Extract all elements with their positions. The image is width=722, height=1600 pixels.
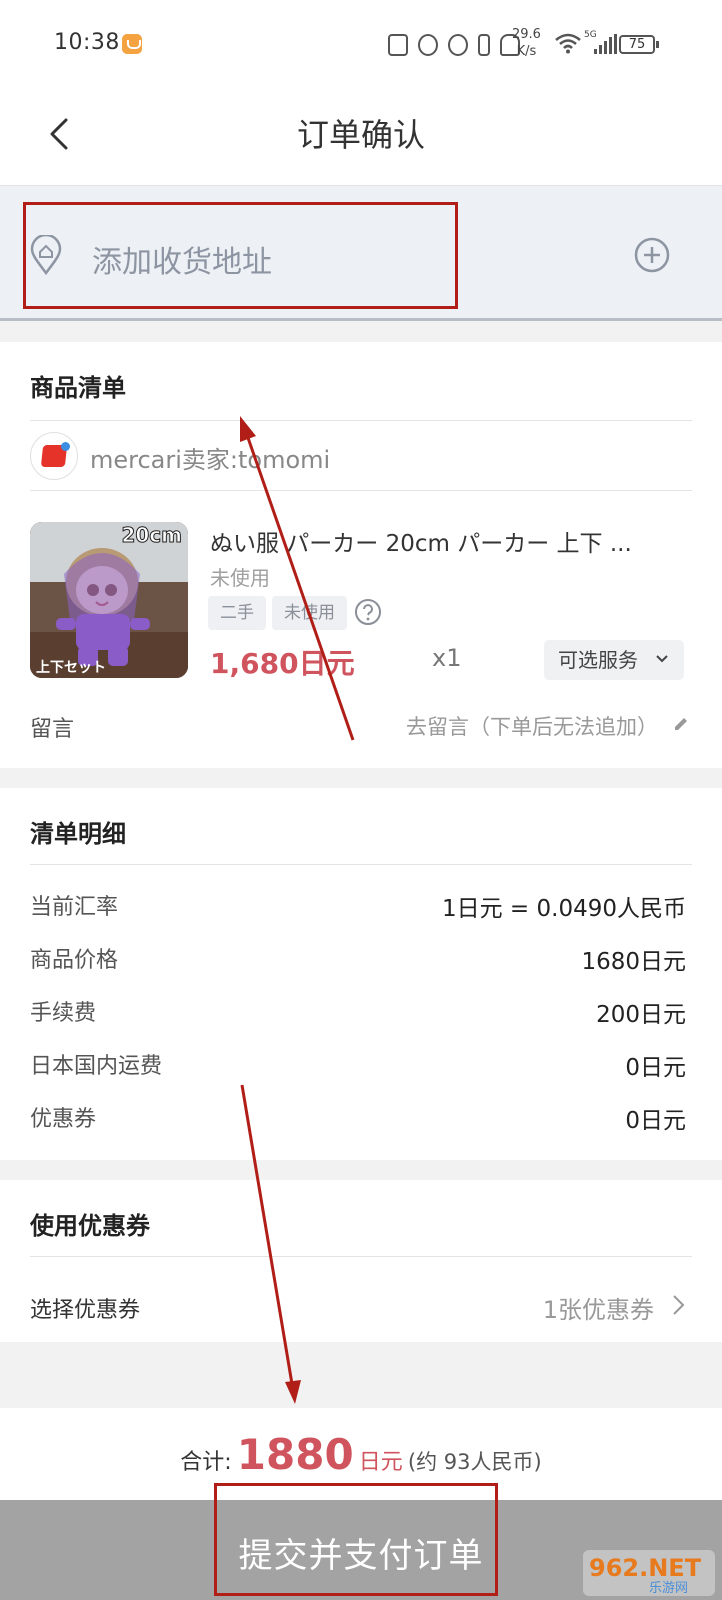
watermark-brand: 962.NET: [589, 1554, 702, 1582]
status-bar: 10:38 29.6 K/s 5G 75: [0, 0, 722, 90]
total-cny: (约 93人民币): [407, 1450, 542, 1474]
total-amount: 1880: [236, 1430, 354, 1479]
battery-icon: 75: [619, 35, 659, 54]
arrowhead-down-icon: [285, 1380, 301, 1404]
wifi-icon: [555, 33, 581, 54]
detail-row-value: 200日元: [596, 1002, 686, 1028]
watermark-logo: 962.NET 乐游网: [583, 1550, 715, 1596]
app-notification-icon: [122, 34, 142, 54]
status-icons: [388, 32, 520, 58]
total-unit: 日元: [358, 1450, 403, 1475]
status-time: 10:38: [54, 30, 120, 55]
detail-row-label: 当前汇率: [30, 895, 119, 920]
coupon-card: 使用优惠券 选择优惠券 1张优惠券: [0, 1180, 722, 1342]
pencil-icon[interactable]: [672, 714, 690, 734]
detail-row-value: 0日元: [625, 1108, 686, 1134]
coupon-section-title: 使用优惠券: [30, 1212, 150, 1240]
chevron-down-icon: [656, 655, 668, 663]
product-thumbnail[interactable]: 20cm 上下セット: [30, 522, 188, 678]
divider: [30, 420, 692, 421]
optional-service-dropdown[interactable]: 可选服务: [544, 640, 684, 680]
product-condition: 未使用: [210, 566, 270, 590]
select-coupon-label[interactable]: 选择优惠券: [30, 1292, 140, 1324]
thumbnail-badge-text: 20cm: [121, 523, 182, 547]
mercari-logo-icon: [30, 432, 78, 480]
tag-secondhand: 二手: [208, 596, 266, 630]
annotation-highlight-address: [23, 202, 458, 309]
divider: [30, 490, 692, 491]
seller-name[interactable]: mercari卖家:tomomi: [90, 440, 330, 475]
details-card: 清单明细 当前汇率 1日元 = 0.0490人民币 商品价格 1680日元 手续…: [0, 788, 722, 1160]
optional-service-label: 可选服务: [558, 648, 638, 672]
items-section-title: 商品清单: [30, 374, 126, 402]
detail-row-value: 1日元 = 0.0490人民币: [441, 896, 686, 922]
watermark-sub: 乐游网: [649, 1581, 688, 1596]
items-card: 商品清单 mercari卖家:tomomi 20cm 上下セット ぬい服 パーカ…: [0, 342, 722, 768]
alarm-icon: [418, 34, 438, 56]
details-section-title: 清单明细: [30, 820, 126, 848]
message-input[interactable]: 去留言（下单后无法追加）: [406, 711, 658, 741]
chevron-right-icon[interactable]: [672, 1294, 686, 1316]
product-title[interactable]: ぬい服 パーカー 20cm パーカー 上下 ...: [210, 524, 680, 558]
help-question-icon[interactable]: [354, 598, 382, 626]
thumbnail-caption-text: 上下セット: [36, 660, 106, 676]
tag-unused: 未使用: [272, 596, 347, 630]
message-label: 留言: [30, 717, 75, 742]
detail-row-label: 商品价格: [30, 948, 119, 973]
annotation-highlight-submit: [214, 1483, 498, 1596]
detail-row-label: 日本国内运费: [30, 1054, 163, 1079]
detail-row-label: 手续费: [30, 1001, 97, 1026]
product-quantity: x1: [432, 644, 462, 672]
battery-device-icon: [478, 34, 490, 56]
product-price: 1,680日元: [210, 647, 355, 680]
detail-row-label: 优惠券: [30, 1107, 97, 1132]
signal-icon: [594, 34, 617, 54]
divider: [30, 864, 692, 865]
network-speed: 29.6 K/s: [512, 27, 541, 59]
detail-row-value: 0日元: [625, 1055, 686, 1081]
coupon-count[interactable]: 1张优惠券: [543, 1290, 654, 1325]
divider: [30, 1256, 692, 1257]
detail-row-value: 1680日元: [581, 949, 686, 975]
nfc-icon: [388, 34, 408, 56]
total-label: 合计:: [180, 1450, 232, 1475]
add-plus-icon[interactable]: [634, 237, 670, 273]
page-title: 订单确认: [296, 116, 425, 154]
headphones-icon: [448, 34, 468, 56]
nav-bar: 订单确认: [0, 90, 722, 186]
total-line: 合计: 1880 日元 (约 93人民币): [0, 1430, 722, 1479]
